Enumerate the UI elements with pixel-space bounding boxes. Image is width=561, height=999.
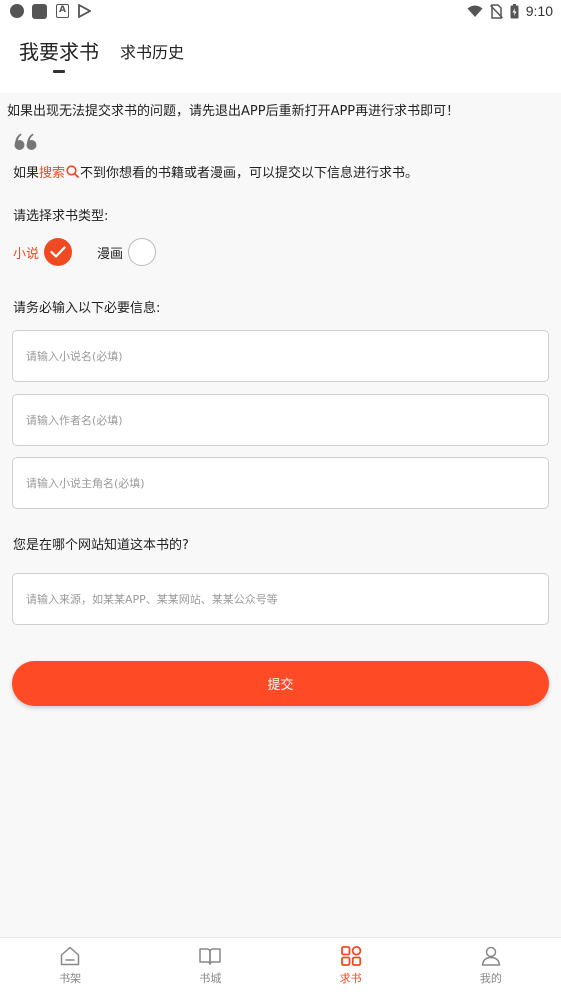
tab-request-history[interactable]: 求书历史	[120, 39, 184, 63]
notification-dot-icon	[10, 4, 24, 18]
status-bar: A 9:10	[0, 0, 561, 24]
user-icon	[481, 946, 501, 966]
submit-button[interactable]: 提交	[12, 661, 549, 706]
type-label: 请选择求书类型:	[13, 209, 109, 224]
source-label: 您是在哪个网站知道这本书的?	[13, 538, 189, 553]
status-time: 9:10	[525, 3, 553, 19]
notification-a-icon: A	[56, 4, 69, 18]
notification-app-icon	[32, 4, 47, 19]
bottom-nav: 书架 书城 求书 我的	[0, 937, 561, 999]
intro-prefix: 如果	[13, 166, 40, 181]
book-open-icon	[199, 948, 222, 965]
quote-icon	[14, 133, 37, 150]
type-option-comic[interactable]: 漫画	[97, 238, 157, 266]
nav-item-bookshelf[interactable]: 书架	[0, 938, 140, 999]
intro-text: 如果 搜索 不到你想看的书籍或者漫画，可以提交以下信息进行求书。	[13, 162, 418, 181]
protagonist-name-input[interactable]	[13, 458, 548, 508]
source-field	[12, 573, 549, 625]
no-sim-icon	[489, 3, 503, 19]
header: 我要求书 求书历史	[0, 24, 561, 93]
wifi-icon	[467, 5, 483, 17]
intro-suffix: 不到你想看的书籍或者漫画，可以提交以下信息进行求书。	[80, 166, 419, 181]
required-label: 请务必输入以下必要信息:	[13, 301, 161, 316]
nav-item-request[interactable]: 求书	[281, 938, 421, 999]
notice-text: 如果出现无法提交求书的问题，请先退出APP后重新打开APP再进行求书即可！	[7, 104, 460, 119]
nav-label-bookshelf: 书架	[59, 972, 82, 985]
source-input[interactable]	[13, 574, 548, 624]
tab-request-book[interactable]: 我要求书	[19, 36, 99, 65]
checkmark-icon[interactable]	[44, 238, 73, 266]
type-option-comic-label: 漫画	[97, 246, 124, 262]
author-name-field	[12, 394, 549, 446]
radio-unchecked-icon[interactable]	[128, 238, 157, 266]
search-icon[interactable]	[66, 165, 79, 178]
type-selector: 小说 漫画	[13, 238, 157, 266]
nav-label-request: 求书	[339, 972, 362, 985]
grid-icon	[340, 945, 361, 966]
novel-name-input[interactable]	[13, 331, 548, 381]
nav-item-bookstore[interactable]: 书城	[140, 938, 280, 999]
nav-label-profile: 我的	[479, 972, 502, 985]
battery-charging-icon	[510, 3, 519, 18]
author-name-input[interactable]	[13, 395, 548, 445]
search-link[interactable]: 搜索	[39, 162, 65, 181]
type-option-novel[interactable]: 小说	[13, 238, 73, 266]
tab-indicator	[53, 70, 65, 73]
novel-name-field	[12, 330, 549, 382]
nav-item-profile[interactable]: 我的	[421, 938, 561, 999]
bookshelf-icon	[60, 946, 80, 966]
nav-label-bookstore: 书城	[199, 972, 222, 985]
protagonist-name-field	[12, 457, 549, 509]
play-store-icon	[78, 4, 91, 18]
type-option-novel-label: 小说	[13, 246, 40, 262]
